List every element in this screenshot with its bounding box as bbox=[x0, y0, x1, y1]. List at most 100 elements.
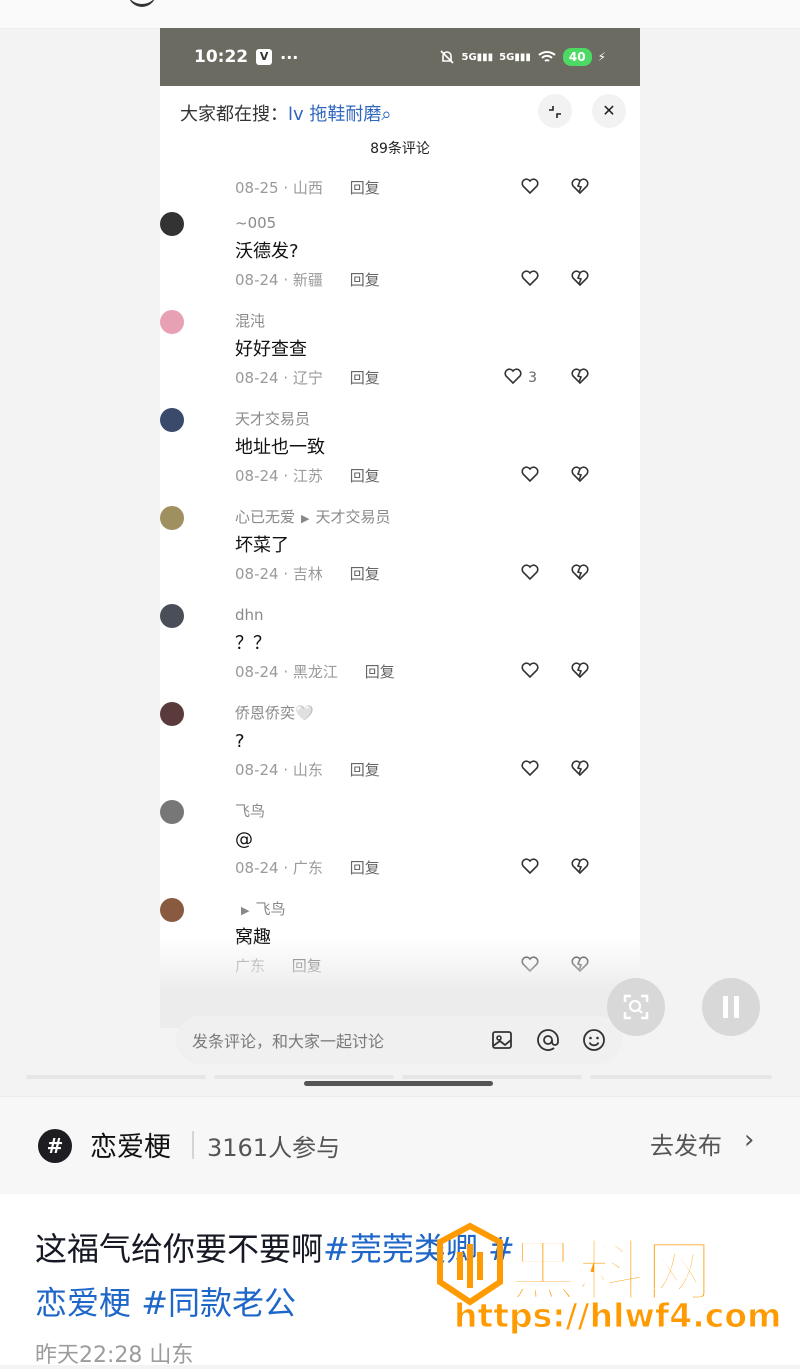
comment-meta: 08-25 · 山西 回复 bbox=[235, 176, 625, 200]
search-keyword[interactable]: lv 拖鞋耐磨 bbox=[288, 104, 381, 125]
comment-meta: 08-24 · 吉林 回复 bbox=[235, 562, 625, 586]
dislike-heart-icon[interactable] bbox=[570, 464, 590, 484]
like-heart-icon[interactable] bbox=[520, 856, 540, 876]
watermark: 黑料网 https://hlwf4.com bbox=[436, 1222, 782, 1342]
comment-username[interactable]: 混沌 bbox=[235, 310, 625, 332]
reply-button[interactable]: 回复 bbox=[350, 179, 380, 197]
publish-button[interactable]: 去发布 bbox=[650, 1126, 722, 1161]
avatar[interactable] bbox=[160, 604, 184, 628]
comment-username[interactable]: 侨恩侨奕🤍 bbox=[235, 702, 625, 724]
comment-username[interactable]: 心已无爱 ▶ 天才交易员 bbox=[235, 506, 625, 528]
comment-item: dhn ？？ 08-24 · 黑龙江 回复 bbox=[160, 604, 625, 684]
dislike-heart-icon[interactable] bbox=[570, 660, 590, 680]
comment-meta: 08-24 · 新疆 回复 bbox=[235, 268, 625, 292]
dislike-heart-icon[interactable] bbox=[570, 366, 590, 386]
progress-segment bbox=[26, 1075, 206, 1079]
reply-button[interactable]: 回复 bbox=[350, 859, 380, 877]
home-indicator bbox=[304, 1081, 493, 1086]
signal-icon: 5G▮▮▮ bbox=[461, 51, 494, 63]
reply-button[interactable]: 回复 bbox=[365, 663, 395, 681]
comment-item: 侨恩侨奕🤍 ? 08-24 · 山东 回复 bbox=[160, 702, 625, 782]
top-strip bbox=[0, 0, 800, 29]
search-icon: ⌕ bbox=[381, 104, 392, 125]
watermark-logo-icon bbox=[437, 1222, 503, 1306]
signal-icon-2: 5G▮▮▮ bbox=[499, 51, 531, 63]
comment-meta: 08-24 · 黑龙江 回复 bbox=[235, 660, 625, 684]
partial-icon bbox=[128, 0, 156, 7]
like-heart-icon[interactable] bbox=[503, 366, 523, 386]
comment-meta: 08-24 · 辽宁 回复 3 bbox=[235, 366, 625, 390]
progress-segment bbox=[402, 1075, 582, 1079]
comment-item: 心已无爱 ▶ 天才交易员 坏菜了 08-24 · 吉林 回复 bbox=[160, 506, 625, 586]
search-suggestion[interactable]: 大家都在搜：lv 拖鞋耐磨⌕ bbox=[180, 100, 391, 126]
mute-icon bbox=[440, 50, 455, 64]
comment-text: 地址也一致 bbox=[235, 437, 325, 458]
comment-meta: 08-24 · 山东 回复 bbox=[235, 758, 625, 782]
comment-item: 08-25 · 山西 回复 bbox=[235, 176, 625, 200]
post-time: 昨天22:28 山东 bbox=[35, 1343, 194, 1368]
collapse-button[interactable] bbox=[538, 94, 572, 128]
comment-username[interactable]: ▶ 飞鸟 bbox=[235, 898, 625, 920]
search-prefix: 大家都在搜： bbox=[180, 104, 288, 125]
status-time: 10:22 bbox=[194, 47, 249, 67]
emoji-icon[interactable] bbox=[582, 1028, 606, 1052]
topic-name[interactable]: 恋爱梗 bbox=[90, 1125, 171, 1164]
topic-bar[interactable]: # 恋爱梗 3161人参与 去发布 › bbox=[0, 1096, 800, 1193]
comment-item: 混沌 好好查查 08-24 · 辽宁 回复 3 bbox=[160, 310, 625, 390]
comment-username[interactable]: dhn bbox=[235, 604, 625, 626]
avatar[interactable] bbox=[160, 212, 184, 236]
reply-button[interactable]: 回复 bbox=[350, 467, 380, 485]
dislike-heart-icon[interactable] bbox=[570, 562, 590, 582]
avatar[interactable] bbox=[160, 800, 184, 824]
topic-participants: 3161人参与 bbox=[207, 1134, 341, 1162]
comment-text: ？？ bbox=[235, 633, 271, 654]
progress-segment bbox=[590, 1075, 772, 1079]
close-button[interactable]: ✕ bbox=[592, 94, 626, 128]
comment-input-bar[interactable]: 发条评论，和大家一起讨论 bbox=[176, 1016, 622, 1064]
pause-button[interactable] bbox=[702, 978, 760, 1036]
pause-icon bbox=[723, 996, 739, 1018]
comment-meta: 08-24 · 广东 回复 bbox=[235, 856, 625, 880]
avatar[interactable] bbox=[160, 898, 184, 922]
reply-button[interactable]: 回复 bbox=[350, 271, 380, 289]
charging-icon: ⚡ bbox=[597, 50, 606, 64]
hashtag-link[interactable]: #同款老公 bbox=[141, 1284, 296, 1322]
comment-username[interactable]: ~005 bbox=[235, 212, 625, 234]
avatar[interactable] bbox=[160, 506, 184, 530]
dislike-heart-icon[interactable] bbox=[570, 268, 590, 288]
like-heart-icon[interactable] bbox=[520, 268, 540, 288]
dislike-heart-icon[interactable] bbox=[570, 856, 590, 876]
comment-text: 好好查查 bbox=[235, 339, 307, 360]
avatar[interactable] bbox=[160, 310, 184, 334]
like-heart-icon[interactable] bbox=[520, 660, 540, 680]
like-heart-icon[interactable] bbox=[520, 562, 540, 582]
reply-button[interactable]: 回复 bbox=[350, 761, 380, 779]
reply-arrow-icon: ▶ bbox=[301, 512, 310, 525]
like-heart-icon[interactable] bbox=[520, 464, 540, 484]
image-icon[interactable] bbox=[490, 1028, 514, 1052]
like-heart-icon[interactable] bbox=[520, 758, 540, 778]
comment-input[interactable]: 发条评论，和大家一起讨论 bbox=[192, 1028, 468, 1052]
hashtag-link[interactable]: 恋爱梗 bbox=[35, 1284, 131, 1322]
chevron-right-icon[interactable]: › bbox=[744, 1125, 754, 1155]
avatar[interactable] bbox=[160, 702, 184, 726]
image-search-button[interactable] bbox=[607, 978, 665, 1036]
battery-level: 40 bbox=[562, 48, 592, 66]
close-icon: ✕ bbox=[602, 101, 616, 120]
reply-arrow-icon: ▶ bbox=[241, 904, 250, 917]
avatar[interactable] bbox=[160, 408, 184, 432]
comment-text: 坏菜了 bbox=[235, 535, 289, 556]
comment-count-title: 89条评论 bbox=[370, 141, 430, 157]
hashtag-icon: # bbox=[38, 1129, 72, 1163]
like-heart-icon[interactable] bbox=[520, 176, 540, 196]
comment-meta: 08-24 · 江苏 回复 bbox=[235, 464, 625, 488]
comment-username[interactable]: 天才交易员 bbox=[235, 408, 625, 430]
mention-icon[interactable] bbox=[536, 1028, 560, 1052]
reply-button[interactable]: 回复 bbox=[350, 565, 380, 583]
reply-button[interactable]: 回复 bbox=[350, 369, 380, 387]
dislike-heart-icon[interactable] bbox=[570, 758, 590, 778]
wifi-icon bbox=[538, 51, 556, 62]
dislike-heart-icon[interactable] bbox=[570, 176, 590, 196]
bottom-fade bbox=[160, 938, 640, 1028]
comment-username[interactable]: 飞鸟 bbox=[235, 800, 625, 822]
